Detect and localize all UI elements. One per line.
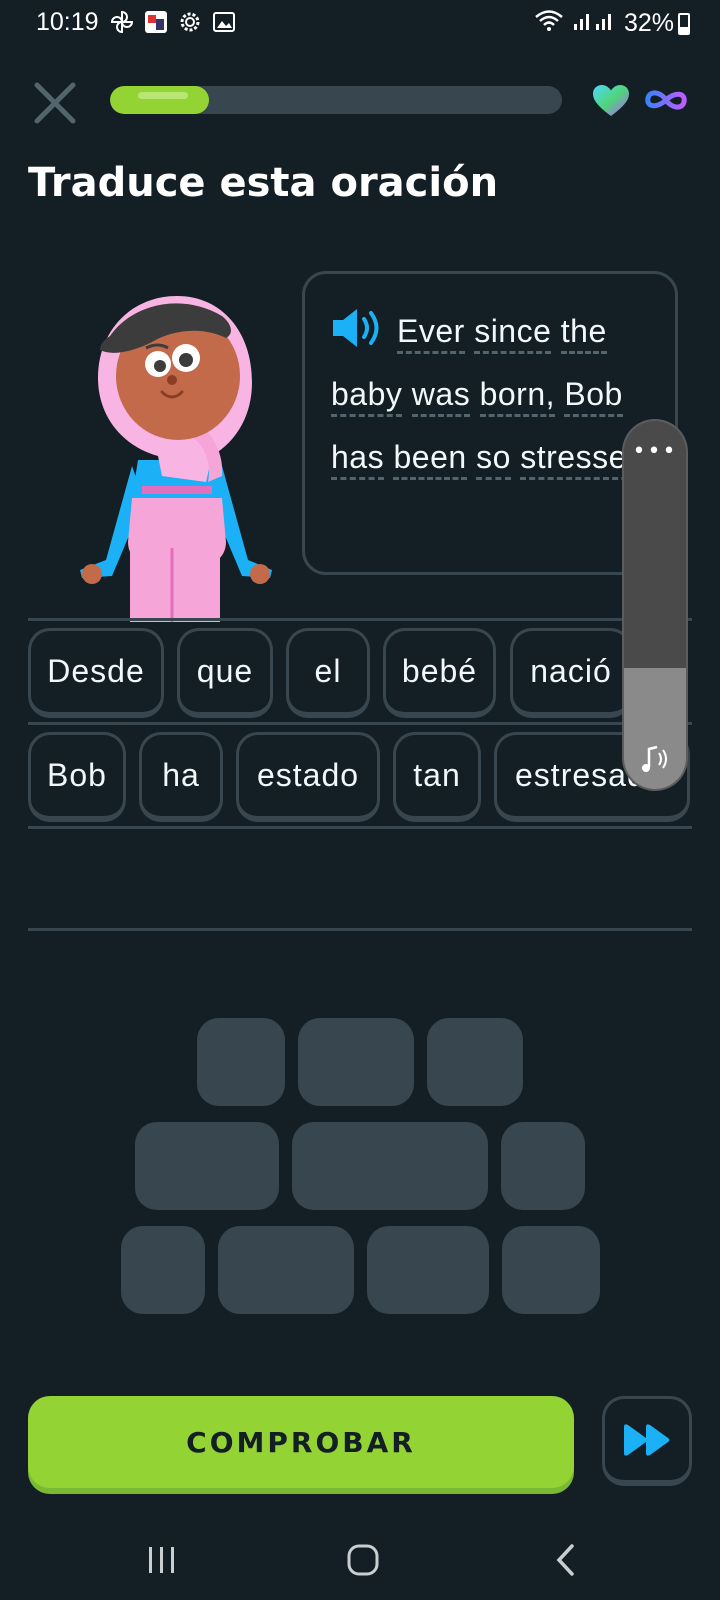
prompt-word[interactable]: since (474, 313, 552, 354)
status-bar: 10:19 32% (0, 0, 720, 48)
close-icon (34, 82, 76, 124)
close-button[interactable] (30, 78, 80, 128)
answer-line-1 (28, 618, 692, 621)
word-bank-slot (218, 1226, 354, 1314)
prompt-word[interactable]: Bob (564, 376, 623, 417)
word-bank-slot (298, 1018, 414, 1106)
prompt-word[interactable]: Ever (397, 313, 465, 354)
answer-word-chip[interactable]: tan (393, 732, 481, 822)
answer-word-chip[interactable]: Desde (28, 628, 164, 718)
prompt-word[interactable]: been (393, 439, 467, 480)
home-button[interactable] (341, 1538, 385, 1582)
app-notification-icon (144, 10, 168, 34)
word-bank-slot (197, 1018, 285, 1106)
recent-apps-icon (149, 1547, 174, 1573)
gallery-icon (212, 10, 236, 34)
word-bank-slot (501, 1122, 585, 1210)
answer-word-chip[interactable]: estado (236, 732, 380, 822)
answer-word-chip[interactable]: Bob (28, 732, 126, 822)
lesson-progress-bar (110, 86, 562, 114)
answer-line-2 (28, 722, 692, 725)
status-time: 10:19 (36, 8, 99, 36)
word-bank-slot (135, 1122, 279, 1210)
settings-gear-icon (178, 10, 202, 34)
answer-word-chip[interactable]: nació (510, 628, 632, 718)
word-bank-slot (427, 1018, 523, 1106)
answer-word-chip[interactable]: que (177, 628, 273, 718)
prompt-word[interactable]: so (476, 439, 511, 480)
lesson-progress-fill (110, 86, 210, 114)
speaker-icon[interactable] (331, 306, 387, 350)
check-button[interactable]: COMPROBAR (28, 1396, 574, 1488)
word-bank-slot (367, 1226, 489, 1314)
wifi-icon (534, 8, 564, 39)
volume-slider[interactable]: ••• (624, 421, 686, 789)
status-right: 32% (534, 8, 674, 39)
battery-percent: 32% (623, 9, 674, 37)
prompt-word[interactable]: born, (479, 376, 556, 417)
answer-line-4 (28, 928, 692, 931)
pinwheel-icon (110, 10, 134, 34)
prompt-word[interactable]: was (411, 376, 471, 417)
volume-options-button[interactable]: ••• (624, 439, 686, 464)
answer-word-chip[interactable]: ha (139, 732, 223, 822)
prompt-word[interactable]: has (331, 439, 385, 480)
prompt-word[interactable]: baby (331, 376, 403, 417)
word-bank-slot (121, 1226, 205, 1314)
answer-word-chip[interactable]: bebé (383, 628, 496, 718)
word-bank-slot (292, 1122, 488, 1210)
fast-forward-icon (624, 1423, 670, 1456)
music-note-icon (637, 741, 673, 777)
back-icon (556, 1544, 574, 1576)
back-button[interactable] (544, 1538, 588, 1582)
recent-apps-button[interactable] (140, 1538, 184, 1582)
prompt-sentence: Ever since the baby was born, Bob has be… (331, 300, 661, 489)
signal-icon (572, 8, 616, 39)
system-nav-bar (0, 1520, 720, 1600)
skip-button[interactable] (602, 1396, 692, 1486)
infinity-icon (644, 86, 688, 114)
prompt-word[interactable]: the (560, 313, 607, 354)
character-illustration (72, 286, 282, 622)
word-bank-slot (502, 1226, 600, 1314)
speech-bubble: Ever since the baby was born, Bob has be… (302, 271, 678, 575)
answer-line-3 (28, 826, 692, 829)
page-title: Traduce esta oración (28, 160, 499, 206)
answer-word-chip[interactable]: el (286, 628, 370, 718)
heart-icon[interactable] (592, 84, 630, 118)
battery-icon (678, 13, 690, 35)
home-icon (347, 1544, 379, 1576)
notification-icons (110, 10, 236, 34)
